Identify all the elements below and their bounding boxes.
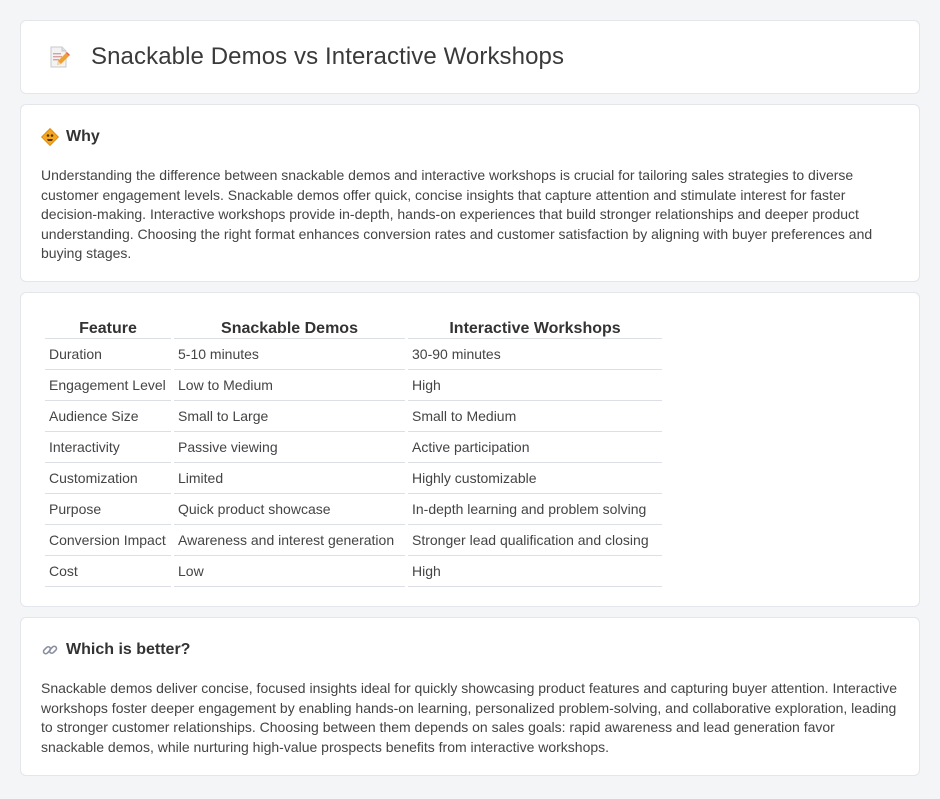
table-row: Interactivity Passive viewing Active par…: [45, 432, 662, 463]
workshop-cell: In-depth learning and problem solving: [408, 494, 662, 525]
snackable-cell: Awareness and interest generation: [174, 525, 405, 556]
link-icon: [41, 641, 59, 659]
workshop-cell: High: [408, 370, 662, 401]
snackable-cell: Passive viewing: [174, 432, 405, 463]
feature-cell: Interactivity: [45, 432, 171, 463]
table-header-row: Feature Snackable Demos Interactive Work…: [45, 315, 662, 339]
document-pencil-icon: [47, 45, 71, 69]
workshop-cell: Active participation: [408, 432, 662, 463]
table-row: Audience Size Small to Large Small to Me…: [45, 401, 662, 432]
feature-cell: Purpose: [45, 494, 171, 525]
snackable-cell: 5-10 minutes: [174, 339, 405, 370]
comparison-section: Feature Snackable Demos Interactive Work…: [20, 292, 920, 607]
snackable-cell: Low to Medium: [174, 370, 405, 401]
comparison-table: Feature Snackable Demos Interactive Work…: [42, 315, 665, 587]
table-row: Cost Low High: [45, 556, 662, 587]
page-title: Snackable Demos vs Interactive Workshops: [91, 43, 565, 70]
workshop-cell: Stronger lead qualification and closing: [408, 525, 662, 556]
table-row: Conversion Impact Awareness and interest…: [45, 525, 662, 556]
better-heading: Which is better?: [66, 641, 191, 658]
table-row: Engagement Level Low to Medium High: [45, 370, 662, 401]
feature-cell: Customization: [45, 463, 171, 494]
page: Snackable Demos vs Interactive Workshops…: [0, 0, 940, 799]
header-card: Snackable Demos vs Interactive Workshops: [20, 20, 920, 94]
header-feature: Feature: [45, 315, 171, 339]
feature-cell: Engagement Level: [45, 370, 171, 401]
why-text: Understanding the difference between sna…: [41, 167, 873, 262]
why-heading: Why: [66, 128, 100, 145]
workshop-cell: Highly customizable: [408, 463, 662, 494]
header-interactive-workshops: Interactive Workshops: [408, 315, 662, 339]
table-row: Purpose Quick product showcase In-depth …: [45, 494, 662, 525]
better-text: Snackable demos deliver concise, focused…: [41, 680, 898, 755]
feature-cell: Audience Size: [45, 401, 171, 432]
better-heading-row: Which is better?: [41, 640, 899, 660]
workshop-cell: 30-90 minutes: [408, 339, 662, 370]
feature-cell: Duration: [45, 339, 171, 370]
feature-cell: Cost: [45, 556, 171, 587]
workshop-cell: High: [408, 556, 662, 587]
snackable-cell: Low: [174, 556, 405, 587]
snackable-cell: Limited: [174, 463, 405, 494]
table-row: Customization Limited Highly customizabl…: [45, 463, 662, 494]
why-heading-row: Why: [41, 127, 899, 147]
feature-cell: Conversion Impact: [45, 525, 171, 556]
snackable-cell: Quick product showcase: [174, 494, 405, 525]
diamond-sign-icon: [41, 128, 59, 146]
why-section: Why Understanding the difference between…: [20, 104, 920, 282]
header-snackable-demos: Snackable Demos: [174, 315, 405, 339]
workshop-cell: Small to Medium: [408, 401, 662, 432]
snackable-cell: Small to Large: [174, 401, 405, 432]
table-row: Duration 5-10 minutes 30-90 minutes: [45, 339, 662, 370]
which-is-better-section: Which is better? Snackable demos deliver…: [20, 617, 920, 776]
